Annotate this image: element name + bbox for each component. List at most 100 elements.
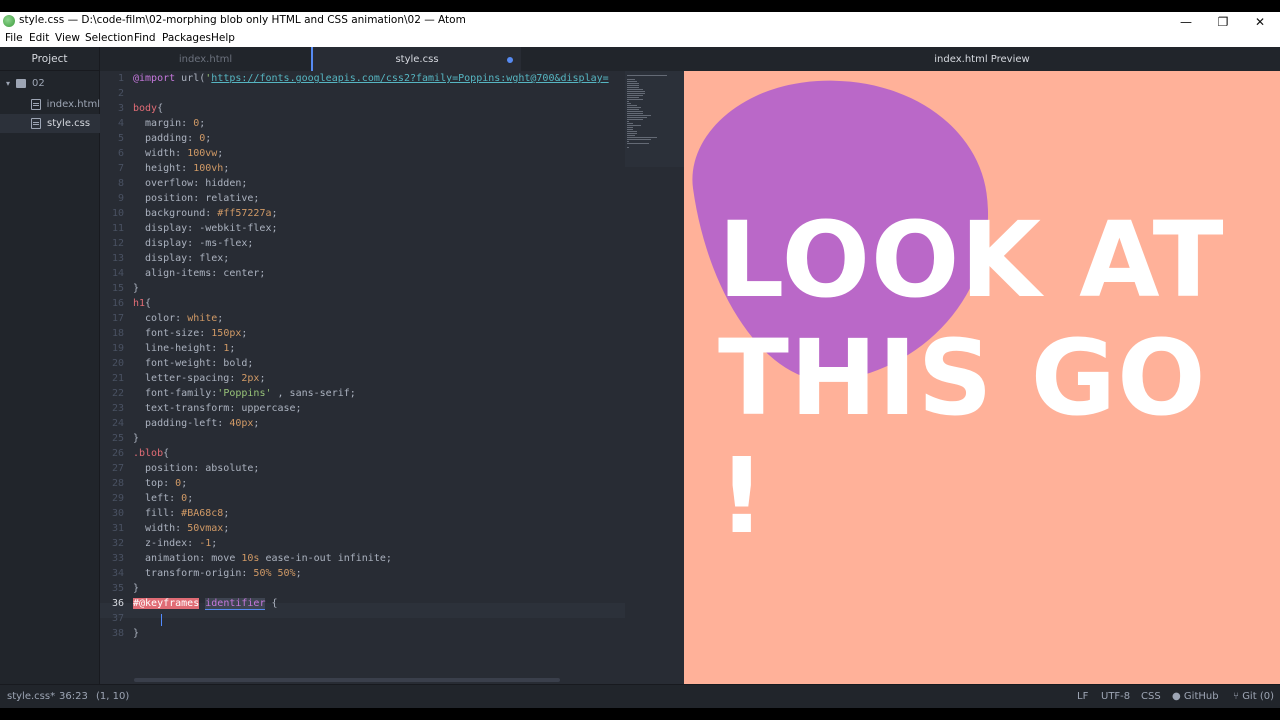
line-number: 4 bbox=[117, 118, 124, 129]
code-line: fill: #BA68c8; bbox=[133, 508, 230, 519]
code-line: left: 0; bbox=[133, 493, 194, 504]
minimap[interactable] bbox=[625, 71, 684, 167]
minimap-line bbox=[627, 93, 645, 94]
file-label: index.html bbox=[46, 99, 100, 110]
git-button[interactable]: ⑂ Git (0) bbox=[1233, 691, 1274, 702]
code-line: padding: 0; bbox=[133, 133, 212, 144]
minimap-line bbox=[627, 105, 637, 106]
minimap-line bbox=[627, 109, 639, 110]
code-line: width: 100vw; bbox=[133, 148, 224, 159]
code-line: font-weight: bold; bbox=[133, 358, 254, 369]
minimap-line bbox=[627, 125, 641, 126]
code-line: .blob{ bbox=[133, 448, 170, 459]
line-number: 27 bbox=[111, 463, 124, 474]
code-line: display: -webkit-flex; bbox=[133, 223, 278, 234]
tab-index-html[interactable]: index.html bbox=[100, 47, 311, 71]
line-number: 34 bbox=[111, 568, 124, 579]
minimap-line bbox=[627, 139, 651, 140]
tab-label: style.css bbox=[395, 53, 439, 65]
code-line: #@keyframes identifier { bbox=[133, 598, 278, 610]
line-number: 17 bbox=[111, 313, 124, 324]
menu-find[interactable]: Find bbox=[134, 32, 156, 44]
code-line: top: 0; bbox=[133, 478, 188, 489]
code-line: h1{ bbox=[133, 298, 152, 309]
minimap-line bbox=[627, 103, 631, 104]
line-number: 36 bbox=[111, 598, 124, 609]
minimize-button[interactable]: — bbox=[1168, 12, 1204, 31]
status-encoding[interactable]: UTF-8 bbox=[1101, 691, 1130, 702]
line-number: 9 bbox=[117, 193, 124, 204]
status-selection-count: (1, 10) bbox=[96, 691, 130, 702]
github-button[interactable]: ● GitHub bbox=[1172, 691, 1219, 702]
status-cursor-position[interactable]: 36:23 bbox=[59, 691, 88, 702]
line-number: 26 bbox=[111, 448, 124, 459]
line-number: 30 bbox=[111, 508, 124, 519]
menu-edit[interactable]: Edit bbox=[29, 32, 49, 44]
code-line: overflow: hidden; bbox=[133, 178, 248, 189]
line-number: 28 bbox=[111, 478, 124, 489]
minimap-line bbox=[627, 129, 633, 130]
line-number: 25 bbox=[111, 433, 124, 444]
title-bar: style.css — D:\code-film\02-morphing blo… bbox=[0, 12, 1280, 31]
menu-bar: File Edit View Selection Find Packages H… bbox=[0, 31, 1280, 47]
line-number: 32 bbox=[111, 538, 124, 549]
github-label: GitHub bbox=[1183, 691, 1219, 702]
line-number: 24 bbox=[111, 418, 124, 429]
tree-folder-02[interactable]: ▾ 02 bbox=[0, 74, 100, 93]
preview-pane: index.html Preview LOOK AT THIS GO ! bbox=[684, 47, 1280, 684]
code-line: display: flex; bbox=[133, 253, 230, 264]
line-number: 22 bbox=[111, 388, 124, 399]
project-header[interactable]: Project bbox=[0, 47, 99, 71]
code-editor[interactable]: index.html style.css 1 2 3 4 5 6 7 8 9 10 11 12 13 14… bbox=[100, 47, 684, 684]
tree-file-style-css[interactable]: style.css bbox=[0, 114, 100, 133]
tree-file-index-html[interactable]: index.html bbox=[0, 95, 100, 114]
menu-help[interactable]: Help bbox=[211, 32, 235, 44]
line-number-gutter: 1 2 3 4 5 6 7 8 9 10 11 12 13 14 15 16 17 18 19 20 21 22 23 24 2… bbox=[100, 71, 124, 671]
code-line: padding-left: 40px; bbox=[133, 418, 260, 429]
menu-packages[interactable]: Packages bbox=[162, 32, 211, 44]
code-line: line-height: 1; bbox=[133, 343, 236, 354]
code-line: } bbox=[133, 628, 140, 639]
code-line: color: white; bbox=[133, 313, 224, 324]
minimap-line bbox=[627, 81, 637, 82]
folder-label: 02 bbox=[32, 78, 45, 89]
line-number: 8 bbox=[117, 178, 124, 189]
line-number: 21 bbox=[111, 373, 124, 384]
code-line: position: absolute; bbox=[133, 463, 260, 474]
minimap-line bbox=[627, 83, 639, 84]
line-number: 18 bbox=[111, 328, 124, 339]
atom-app-icon bbox=[3, 15, 15, 27]
code-line: transform-origin: 50% 50%; bbox=[133, 568, 302, 579]
line-number: 14 bbox=[111, 268, 124, 279]
code-content[interactable]: @import url('https://fonts.googleapis.co… bbox=[133, 71, 633, 671]
tab-preview[interactable]: index.html Preview bbox=[684, 47, 1280, 71]
minimap-line bbox=[627, 95, 643, 96]
status-line-ending[interactable]: LF bbox=[1077, 691, 1088, 702]
line-number: 20 bbox=[111, 358, 124, 369]
text-cursor bbox=[161, 614, 162, 626]
horizontal-scrollbar[interactable] bbox=[134, 678, 560, 682]
menu-selection[interactable]: Selection bbox=[85, 32, 133, 44]
line-number: 31 bbox=[111, 523, 124, 534]
menu-view[interactable]: View bbox=[55, 32, 80, 44]
minimap-line bbox=[627, 133, 637, 134]
close-button[interactable]: ✕ bbox=[1242, 12, 1278, 31]
minimap-line bbox=[627, 123, 633, 124]
minimap-line bbox=[627, 85, 639, 86]
status-file[interactable]: style.css* bbox=[7, 691, 55, 702]
code-line: text-transform: uppercase; bbox=[133, 403, 302, 414]
tab-style-css[interactable]: style.css bbox=[311, 47, 521, 71]
line-number: 1 bbox=[117, 73, 124, 84]
line-number: 15 bbox=[111, 283, 124, 294]
line-number: 2 bbox=[117, 88, 124, 99]
status-grammar[interactable]: CSS bbox=[1141, 691, 1161, 702]
code-line: animation: move 10s ease-in-out infinite… bbox=[133, 553, 392, 564]
line-number: 6 bbox=[117, 148, 124, 159]
menu-file[interactable]: File bbox=[5, 32, 23, 44]
minimap-line bbox=[627, 111, 643, 112]
maximize-button[interactable]: ❐ bbox=[1205, 12, 1241, 31]
minimap-line bbox=[627, 143, 649, 144]
code-line: } bbox=[133, 583, 140, 594]
code-line: font-size: 150px; bbox=[133, 328, 248, 339]
minimap-line bbox=[627, 135, 635, 136]
